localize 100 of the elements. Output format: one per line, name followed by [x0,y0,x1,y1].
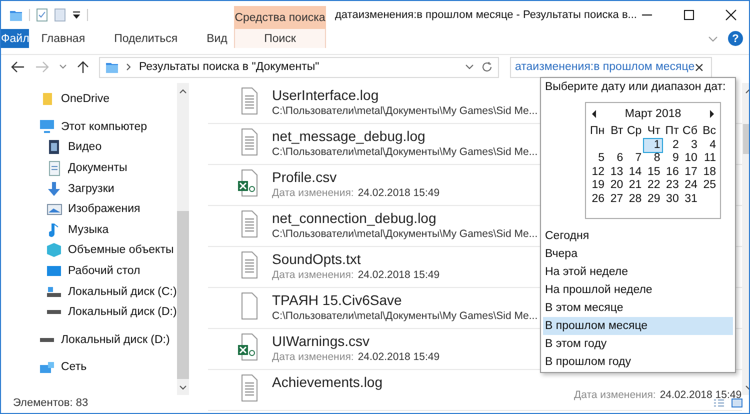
calendar-day[interactable]: 20 [606,179,626,192]
calendar-day[interactable]: 13 [606,166,626,179]
nav-item[interactable]: Объемные объекты [68,244,174,256]
picture-icon [46,204,62,215]
calendar-day[interactable]: 1 [644,138,662,152]
date-value: 24.02.2018 15:49 [358,351,440,363]
sidebar-scrollbar[interactable] [176,83,189,395]
date-preset-option[interactable]: В прошлом году [543,353,733,371]
nav-item[interactable]: Локальный диск (D:) [68,306,177,318]
refresh-icon[interactable] [481,61,493,73]
expand-ribbon-icon[interactable] [708,34,718,42]
calendar-month[interactable]: Март 2018 [624,108,682,120]
file-tab[interactable]: Файл [1,29,30,48]
nav-item[interactable]: Изображения [68,203,140,216]
up-arrow-icon[interactable] [77,60,89,74]
file-name: UserInterface.log [272,87,379,103]
date-label: Дата изменения: [272,269,354,281]
file-name: net_message_debug.log [272,128,426,144]
calendar-day[interactable]: 25 [699,179,718,192]
search-tools-tab[interactable]: Поиск [235,29,325,48]
calendar-day[interactable]: 9 [662,152,681,166]
calendar-day[interactable]: 6 [606,152,626,166]
nav-item[interactable]: Музыка [68,224,109,236]
weekday-label: Сб [682,125,698,138]
calendar-day[interactable]: 28 [625,192,644,206]
desktop-icon [47,266,61,276]
address-bar[interactable]: Результаты поиска в "Документы" [99,56,499,78]
date-preset-option[interactable]: На этой неделе [543,263,733,281]
nav-item[interactable]: Сеть [61,361,87,374]
nav-item[interactable]: Документы [68,162,128,174]
calendar-day[interactable]: 15 [644,166,662,179]
calendar-day[interactable]: 26 [588,192,607,206]
details-view-icon[interactable] [713,398,725,408]
file-path: C:\Пользователи\metal\Документы\My Games\Sid Me... [272,146,538,158]
nav-item[interactable]: Загрузки [68,182,114,195]
calendar-day[interactable]: 7 [625,152,644,166]
calendar-day[interactable]: 5 [588,152,607,166]
ribbon-tab[interactable]: Вид [194,29,228,48]
calendar-day[interactable]: 29 [644,192,662,206]
date-label: Дата изменения: [272,351,354,363]
clear-icon[interactable] [694,62,703,72]
down-arrow-icon [48,182,60,196]
calendar-day[interactable]: 30 [662,192,681,206]
calendar-day[interactable]: 24 [680,179,700,192]
contextual-group-label: Средства поиска [234,6,326,29]
nav-item[interactable]: Локальный диск (C:) [68,286,177,298]
back-arrow-icon[interactable] [11,61,25,73]
calendar-day[interactable]: 21 [625,179,644,192]
calendar-day[interactable]: 11 [699,152,718,166]
calendar-day[interactable]: 3 [680,138,700,152]
date-preset-option[interactable]: В этом году [543,335,733,353]
dropdown-icon[interactable] [72,10,81,20]
file-path: C:\Пользователи\metal\Документы\My Games\Sid Me... [272,105,538,117]
scroll-thumb[interactable] [176,210,189,378]
calendar-day[interactable]: 12 [588,166,607,179]
file-name: Achievements.log [272,374,383,390]
large-icons-view-icon[interactable] [731,398,743,408]
date-preset-option[interactable]: Вчера [543,245,733,263]
calendar-day[interactable]: 2 [662,138,681,152]
calendar-day[interactable]: 27 [606,192,626,206]
nav-item[interactable]: Рабочий стол [68,265,140,278]
search-folder-icon [105,60,119,74]
nav-item[interactable]: OneDrive [61,93,110,106]
nav-item[interactable]: Этот компьютер [61,120,147,133]
file-name: UIWarnings.csv [272,333,370,349]
scroll-up-icon[interactable] [178,88,187,94]
calendar-day[interactable]: 23 [662,179,681,192]
weekday-label: Пт [664,125,680,138]
calendar-day[interactable]: 8 [644,152,662,166]
weekday-label: Вт [610,125,624,138]
ribbon-tab[interactable]: Поделиться [102,29,178,48]
close-icon[interactable] [725,9,737,21]
date-preset-option[interactable]: Сегодня [543,227,733,245]
calendar-day[interactable]: 10 [680,152,700,166]
calendar-day[interactable]: 16 [662,166,681,179]
next-month-icon[interactable] [708,110,714,118]
previous-month-icon[interactable] [592,110,597,118]
spreadsheet-file-icon [238,169,260,197]
calendar-day[interactable]: 22 [644,179,662,192]
date-preset-option[interactable]: В прошлом месяце [543,317,733,335]
calendar-day[interactable]: 31 [680,192,700,206]
calendar-day[interactable]: 4 [699,138,718,152]
nav-item[interactable]: Локальный диск (D:) [61,334,170,346]
date-preset-option[interactable]: В этом месяце [543,299,733,317]
item-count: Элементов: 83 [13,397,88,409]
calendar-day[interactable]: 17 [680,166,700,179]
recent-locations-icon[interactable] [59,64,67,70]
properties-icon[interactable] [36,8,48,22]
cube-icon [47,243,61,258]
date-value: 24.02.2018 15:49 [358,269,440,281]
calendar-day[interactable]: 18 [699,166,718,179]
calendar-day[interactable]: 14 [625,166,644,179]
calendar-day[interactable]: 19 [588,179,607,192]
nav-item[interactable]: Видео [68,141,102,154]
document-icon [48,160,60,176]
maximize-icon[interactable] [683,9,695,21]
help-button[interactable]: ? [728,31,743,46]
ribbon-tab[interactable]: Главная [29,29,86,48]
chevron-down-icon[interactable] [465,64,474,70]
scroll-down-icon[interactable] [178,385,187,391]
